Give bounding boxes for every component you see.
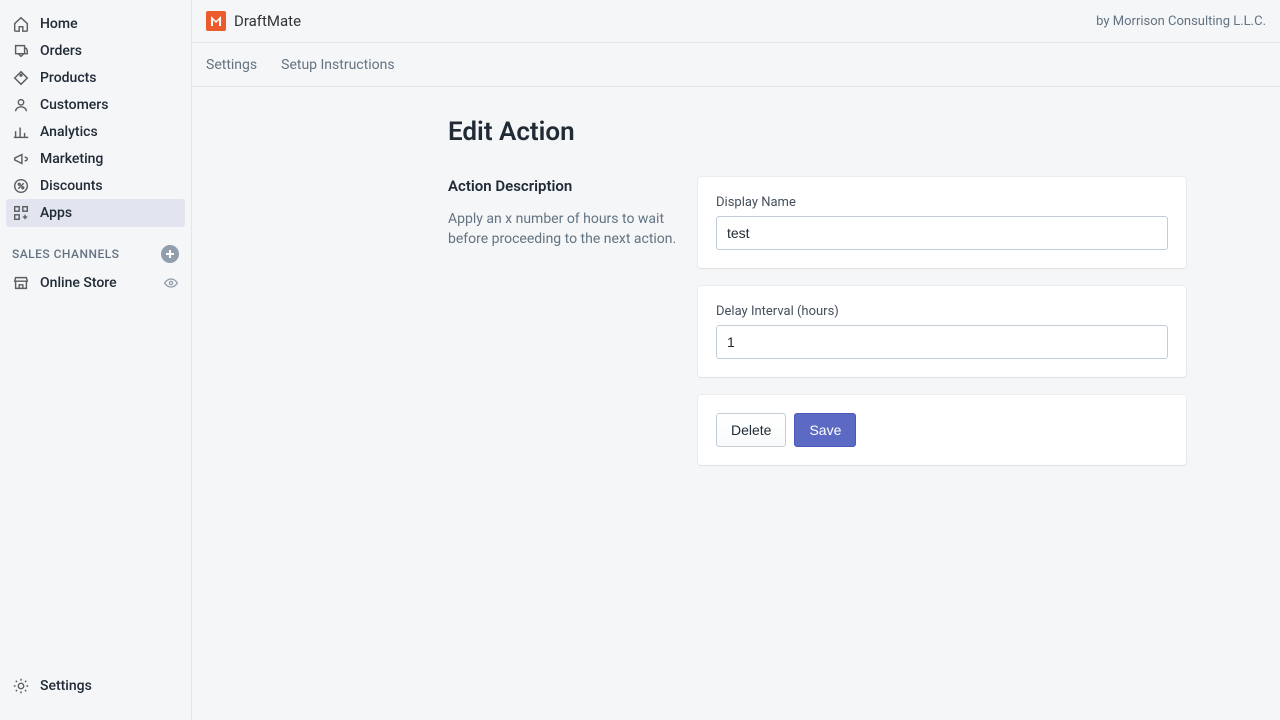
section-label: SALES CHANNELS [12, 247, 119, 261]
sidebar-item-label: Marketing [40, 151, 103, 167]
add-channel-button[interactable] [161, 245, 179, 263]
tab-setup-instructions[interactable]: Setup Instructions [281, 43, 394, 86]
delay-card: Delay Interval (hours) [698, 286, 1186, 377]
section-annotation: Action Description Apply an x number of … [448, 177, 678, 268]
delete-button[interactable]: Delete [716, 413, 786, 447]
person-icon [12, 96, 30, 114]
plus-icon [165, 249, 175, 259]
content: Edit Action Action Description Apply an … [192, 87, 1280, 720]
sidebar-channel-online-store[interactable]: Online Store [0, 269, 191, 297]
app-logo [206, 11, 226, 31]
sidebar-item-customers[interactable]: Customers [6, 91, 185, 119]
sidebar-item-apps[interactable]: Apps [6, 199, 185, 227]
analytics-icon [12, 123, 30, 141]
tag-icon [12, 69, 30, 87]
gear-icon [12, 677, 30, 695]
display-name-label: Display Name [716, 195, 1168, 210]
display-name-card: Display Name [698, 177, 1186, 268]
channel-label: Online Store [40, 275, 163, 291]
app-name: DraftMate [234, 12, 301, 30]
apps-icon [12, 204, 30, 222]
display-name-input[interactable] [716, 216, 1168, 250]
sidebar-item-label: Analytics [40, 124, 98, 140]
tab-settings[interactable]: Settings [206, 43, 257, 86]
eye-icon [163, 275, 179, 291]
sidebar-item-label: Discounts [40, 178, 103, 194]
actions-card: Delete Save [698, 395, 1186, 465]
app-logo-icon [210, 15, 222, 27]
sidebar-item-marketing[interactable]: Marketing [6, 145, 185, 173]
sidebar-section-sales-channels: SALES CHANNELS [0, 245, 191, 263]
sidebar-item-products[interactable]: Products [6, 64, 185, 92]
orders-icon [12, 42, 30, 60]
sidebar-item-label: Products [40, 70, 97, 86]
sidebar-item-home[interactable]: Home [6, 10, 185, 38]
page-title: Edit Action [448, 117, 1176, 147]
sidebar-item-orders[interactable]: Orders [6, 37, 185, 65]
home-icon [12, 15, 30, 33]
view-store-button[interactable] [163, 275, 179, 291]
sidebar-item-label: Settings [40, 678, 92, 694]
sidebar-item-label: Home [40, 16, 78, 32]
annotation-text: Apply an x number of hours to wait befor… [448, 209, 678, 250]
megaphone-icon [12, 150, 30, 168]
store-icon [12, 274, 30, 292]
sidebar: Home Orders Products Customers Analytics [0, 0, 192, 720]
sidebar-item-label: Orders [40, 43, 82, 59]
sidebar-item-analytics[interactable]: Analytics [6, 118, 185, 146]
delay-input[interactable] [716, 325, 1168, 359]
save-button[interactable]: Save [794, 413, 856, 447]
sidebar-item-label: Customers [40, 97, 108, 113]
delay-label: Delay Interval (hours) [716, 304, 1168, 319]
sidebar-item-settings[interactable]: Settings [6, 672, 185, 700]
sidebar-item-label: Apps [40, 205, 72, 221]
annotation-title: Action Description [448, 177, 678, 195]
main: DraftMate by Morrison Consulting L.L.C. … [192, 0, 1280, 720]
app-byline: by Morrison Consulting L.L.C. [1096, 14, 1266, 29]
sidebar-item-discounts[interactable]: Discounts [6, 172, 185, 200]
percent-icon [12, 177, 30, 195]
app-tabs: Settings Setup Instructions [192, 43, 1280, 87]
topbar: DraftMate by Morrison Consulting L.L.C. [192, 0, 1280, 43]
